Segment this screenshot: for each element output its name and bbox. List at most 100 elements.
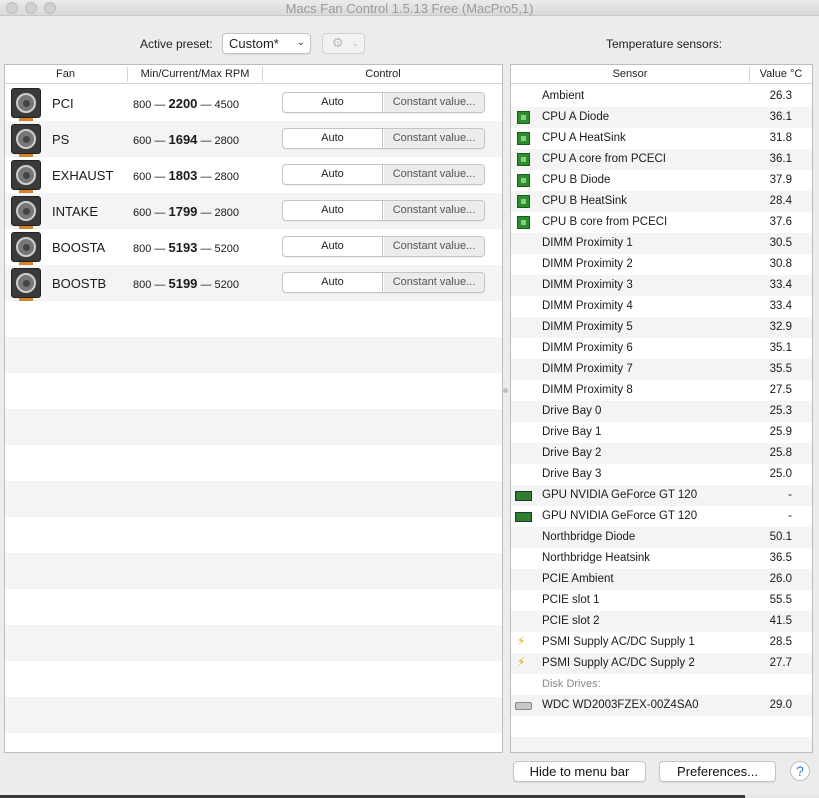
sensor-row[interactable]: DIMM Proximity 3 33.4 bbox=[511, 275, 812, 296]
sensor-row[interactable]: ⚡ PSMI Supply AC/DC Supply 2 27.7 bbox=[511, 653, 812, 674]
constant-value-button[interactable]: Constant value... bbox=[384, 165, 484, 184]
sensor-row[interactable]: Drive Bay 0 25.3 bbox=[511, 401, 812, 422]
sensor-row[interactable]: Drive Bay 2 25.8 bbox=[511, 443, 812, 464]
sensor-value: 33.4 bbox=[769, 279, 792, 291]
fan-row[interactable]: BOOSTB 800 — 5199 — 5200 Auto Constant valu… bbox=[5, 265, 502, 301]
constant-value-button[interactable]: Constant value... bbox=[384, 237, 484, 256]
sensor-value: 25.9 bbox=[769, 426, 792, 438]
fan-min-rpm: 800 bbox=[133, 99, 152, 111]
rpm-column-header[interactable]: Min/Current/Max RPM bbox=[128, 68, 262, 80]
sensor-name: CPU B HeatSink bbox=[542, 195, 628, 207]
fan-max-rpm: 2800 bbox=[214, 207, 240, 219]
sensor-row[interactable]: CPU A HeatSink 31.8 bbox=[511, 128, 812, 149]
fan-current-rpm: 1799 bbox=[168, 204, 198, 219]
empty-row bbox=[511, 716, 812, 737]
sensor-row[interactable]: Northbridge Heatsink 36.5 bbox=[511, 548, 812, 569]
split-view-handle[interactable] bbox=[503, 388, 508, 393]
sensor-row[interactable]: PCIE Ambient 26.0 bbox=[511, 569, 812, 590]
fan-name: BOOSTB bbox=[52, 276, 107, 291]
sensor-value: 55.5 bbox=[769, 594, 792, 606]
preset-select[interactable]: Custom* ⌄ bbox=[222, 33, 311, 54]
sensor-row[interactable]: Ambient 26.3 bbox=[511, 86, 812, 107]
hide-to-menu-bar-button[interactable]: Hide to menu bar bbox=[513, 761, 646, 782]
fan-column-header[interactable]: Fan bbox=[5, 68, 126, 80]
constant-value-button[interactable]: Constant value... bbox=[384, 129, 484, 148]
auto-button[interactable]: Auto bbox=[283, 273, 383, 292]
dash: — bbox=[200, 243, 212, 255]
sensor-value: 37.9 bbox=[769, 174, 792, 186]
sensor-row[interactable]: Drive Bay 1 25.9 bbox=[511, 422, 812, 443]
constant-value-button[interactable]: Constant value... bbox=[384, 273, 484, 292]
auto-button[interactable]: Auto bbox=[283, 93, 383, 112]
sensor-row[interactable]: DIMM Proximity 1 30.5 bbox=[511, 233, 812, 254]
sensor-row[interactable]: Drive Bay 3 25.0 bbox=[511, 464, 812, 485]
sensor-rows: Ambient 26.3 CPU A Diode 36.1 CPU A HeatSink… bbox=[511, 86, 812, 752]
sensor-row[interactable]: CPU B Diode 37.9 bbox=[511, 170, 812, 191]
disk-drives-group: Disk Drives: bbox=[511, 674, 812, 695]
preset-actions-button[interactable]: ⚙ ⌄ bbox=[322, 33, 365, 54]
help-button[interactable]: ? bbox=[790, 761, 810, 781]
sensor-row[interactable]: PCIE slot 2 41.5 bbox=[511, 611, 812, 632]
sensor-row[interactable]: GPU NVIDIA GeForce GT 120 - bbox=[511, 485, 812, 506]
sensor-name: Drive Bay 1 bbox=[542, 426, 602, 438]
sensor-row[interactable]: DIMM Proximity 5 32.9 bbox=[511, 317, 812, 338]
fan-control-segmented: Auto Constant value... bbox=[282, 272, 485, 293]
empty-row bbox=[511, 737, 812, 752]
auto-button[interactable]: Auto bbox=[283, 165, 383, 184]
fan-current-rpm: 1803 bbox=[168, 168, 198, 183]
sensor-row[interactable]: GPU NVIDIA GeForce GT 120 - bbox=[511, 506, 812, 527]
window-title: Macs Fan Control 1.5.13 Free (MacPro5,1) bbox=[285, 1, 534, 16]
dash: — bbox=[154, 171, 166, 183]
sensor-row[interactable]: DIMM Proximity 2 30.8 bbox=[511, 254, 812, 275]
sensor-row[interactable]: DIMM Proximity 6 35.1 bbox=[511, 338, 812, 359]
sensor-value: - bbox=[788, 489, 792, 501]
sensor-table: Sensor Value °C Ambient 26.3 CPU A Diode 36… bbox=[510, 64, 813, 753]
sensor-row[interactable]: CPU A core from PCECI 36.1 bbox=[511, 149, 812, 170]
fan-row[interactable]: PCI 800 — 2200 — 4500 Auto Constant value..… bbox=[5, 85, 502, 121]
sensor-value: 25.3 bbox=[769, 405, 792, 417]
sensor-name: GPU NVIDIA GeForce GT 120 bbox=[542, 489, 698, 501]
empty-row bbox=[5, 589, 502, 625]
sensor-row[interactable]: DIMM Proximity 7 35.5 bbox=[511, 359, 812, 380]
sensor-row[interactable]: WDC WD2003FZEX-00Z4SA0 29.0 bbox=[511, 695, 812, 716]
auto-button[interactable]: Auto bbox=[283, 129, 383, 148]
sensor-value: 35.5 bbox=[769, 363, 792, 375]
sensor-row[interactable]: PCIE slot 1 55.5 bbox=[511, 590, 812, 611]
auto-button[interactable]: Auto bbox=[283, 237, 383, 256]
fan-current-rpm: 5193 bbox=[168, 240, 198, 255]
sensor-row[interactable]: CPU B core from PCECI 37.6 bbox=[511, 212, 812, 233]
fan-min-rpm: 600 bbox=[133, 207, 152, 219]
sensor-row[interactable]: CPU A Diode 36.1 bbox=[511, 107, 812, 128]
preferences-button[interactable]: Preferences... bbox=[659, 761, 776, 782]
sensor-row[interactable]: ⚡ PSMI Supply AC/DC Supply 1 28.5 bbox=[511, 632, 812, 653]
fan-row[interactable]: EXHAUST 600 — 1803 — 2800 Auto Constant val… bbox=[5, 157, 502, 193]
fan-row[interactable]: INTAKE 600 — 1799 — 2800 Auto Constant valu… bbox=[5, 193, 502, 229]
fan-min-rpm: 800 bbox=[133, 243, 152, 255]
empty-row bbox=[5, 409, 502, 445]
sensor-value: 27.7 bbox=[769, 657, 792, 669]
fan-name: INTAKE bbox=[52, 204, 98, 219]
sensor-column-header[interactable]: Sensor bbox=[511, 68, 749, 80]
constant-value-button[interactable]: Constant value... bbox=[384, 93, 484, 112]
control-column-header[interactable]: Control bbox=[263, 68, 502, 80]
sensor-name: PSMI Supply AC/DC Supply 2 bbox=[542, 657, 695, 669]
sensor-row[interactable]: DIMM Proximity 4 33.4 bbox=[511, 296, 812, 317]
sensor-row[interactable]: DIMM Proximity 8 27.5 bbox=[511, 380, 812, 401]
fan-control-segmented: Auto Constant value... bbox=[282, 92, 485, 113]
app-window: Macs Fan Control 1.5.13 Free (MacPro5,1)… bbox=[0, 0, 819, 798]
fan-rpm: 600 — 1799 — 2800 bbox=[133, 204, 261, 219]
sensor-row[interactable]: Northbridge Diode 50.1 bbox=[511, 527, 812, 548]
constant-value-button[interactable]: Constant value... bbox=[384, 201, 484, 220]
sensor-row[interactable]: CPU B HeatSink 28.4 bbox=[511, 191, 812, 212]
dash: — bbox=[154, 207, 166, 219]
value-column-header[interactable]: Value °C bbox=[750, 68, 812, 80]
sensor-value: - bbox=[788, 510, 792, 522]
preset-value: Custom* bbox=[229, 36, 279, 51]
sensor-value: 35.1 bbox=[769, 342, 792, 354]
fan-control-segmented: Auto Constant value... bbox=[282, 236, 485, 257]
fan-row[interactable]: PS 600 — 1694 — 2800 Auto Constant value... bbox=[5, 121, 502, 157]
fan-row[interactable]: BOOSTA 800 — 5193 — 5200 Auto Constant valu… bbox=[5, 229, 502, 265]
sensor-name: PCIE slot 1 bbox=[542, 594, 600, 606]
auto-button[interactable]: Auto bbox=[283, 201, 383, 220]
fan-rpm: 800 — 5199 — 5200 bbox=[133, 276, 261, 291]
